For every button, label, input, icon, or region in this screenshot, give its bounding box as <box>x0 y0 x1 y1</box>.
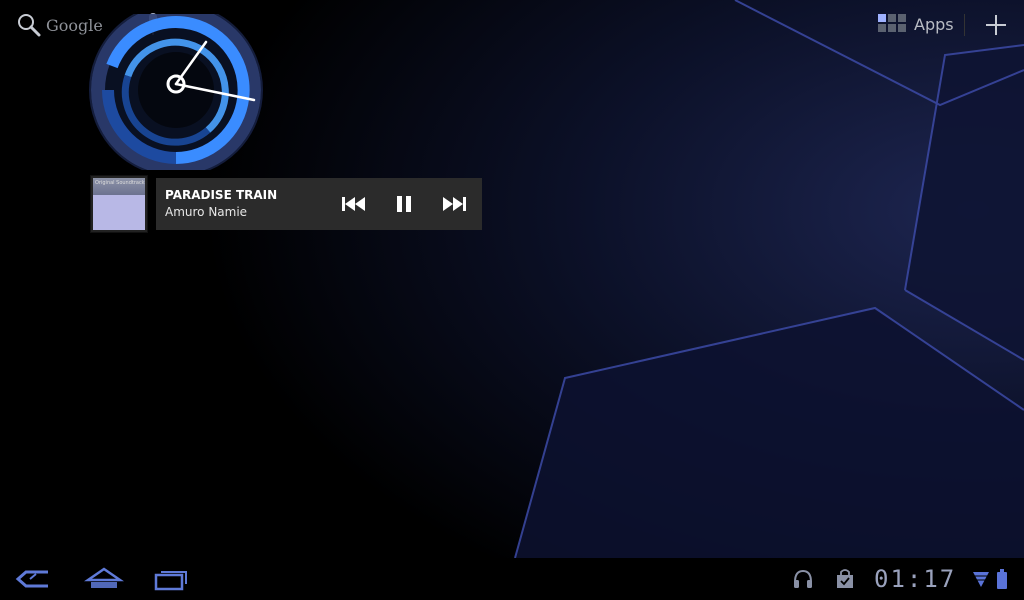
plus-icon[interactable] <box>983 12 1009 38</box>
next-icon[interactable] <box>440 192 468 216</box>
apps-button[interactable]: Apps <box>878 12 954 36</box>
previous-icon[interactable] <box>340 192 368 216</box>
top-bar-divider <box>964 14 965 36</box>
pause-icon[interactable] <box>390 192 418 216</box>
recent-apps-icon[interactable] <box>152 566 192 592</box>
track-title: PARADISE TRAIN <box>165 188 278 202</box>
back-icon[interactable] <box>12 566 52 592</box>
shopping-bag-icon <box>837 569 853 588</box>
search-icon <box>18 14 41 37</box>
headphones-icon <box>794 569 812 588</box>
album-art-bottom <box>93 195 145 230</box>
apps-grid-icon <box>878 14 906 34</box>
apps-label: Apps <box>914 14 954 34</box>
album-caption: Original Soundtrack <box>95 180 145 186</box>
music-player[interactable]: PARADISE TRAIN Amuro Namie <box>156 178 482 230</box>
track-artist: Amuro Namie <box>165 205 248 219</box>
status-time: 01:17 <box>874 565 957 593</box>
album-art[interactable]: Original Soundtrack <box>91 176 147 232</box>
home-icon[interactable] <box>84 566 124 592</box>
analog-clock-icon[interactable] <box>88 14 264 170</box>
wifi-icon <box>973 572 989 587</box>
battery-icon <box>997 569 1007 589</box>
system-bar: 01:17 <box>0 558 1024 600</box>
status-clock: 01:17 <box>874 564 956 594</box>
